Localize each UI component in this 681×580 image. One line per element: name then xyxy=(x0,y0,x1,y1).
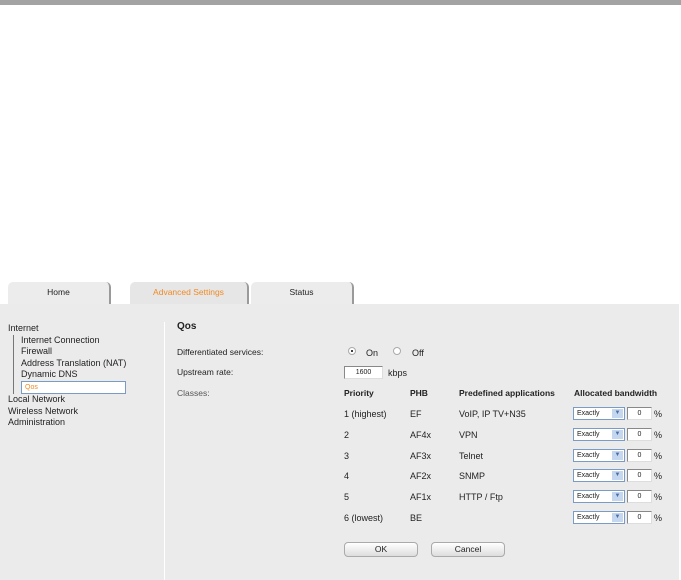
classes-label: Classes: xyxy=(177,388,210,398)
bandwidth-value-input[interactable]: 0 xyxy=(627,490,652,504)
row-priority: 6 (lowest) xyxy=(344,513,384,523)
row-phb: AF1x xyxy=(410,492,432,503)
chevron-down-icon[interactable]: ▼ xyxy=(612,450,623,460)
percent-unit: % xyxy=(654,450,663,461)
select-value: Exactly xyxy=(577,493,600,501)
row-priority: 4 xyxy=(344,471,350,482)
bandwidth-value-input[interactable]: 0 xyxy=(627,427,652,441)
nav-local-network[interactable]: Local Network xyxy=(8,394,126,406)
percent-unit: % xyxy=(654,429,663,440)
chevron-down-icon[interactable]: ▼ xyxy=(612,429,623,439)
select-value: Exactly xyxy=(577,410,600,417)
chevron-down-icon[interactable]: ▼ xyxy=(612,513,623,522)
nav-firewall[interactable]: Firewall xyxy=(21,346,126,358)
bandwidth-mode-select[interactable]: Exactly ▼ xyxy=(573,407,625,420)
radio-off[interactable] xyxy=(393,347,401,355)
bandwidth-mode-select[interactable]: Exactly ▼ xyxy=(573,490,625,504)
tab-status[interactable]: Status xyxy=(251,282,354,305)
row-apps: VPN xyxy=(459,429,478,440)
percent-unit: % xyxy=(654,492,663,503)
bandwidth-mode-select[interactable]: Exactly ▼ xyxy=(573,427,625,441)
upstream-rate-input[interactable]: 1600 xyxy=(344,366,383,379)
row-phb: EF xyxy=(410,409,422,419)
sidebar-nav: Internet Internet Connection Firewall Ad… xyxy=(8,323,127,429)
divider xyxy=(164,322,165,580)
row-apps: HTTP / Ftp xyxy=(459,492,503,503)
diff-services-label: Differentiated services: xyxy=(177,347,264,357)
row-apps: Telnet xyxy=(459,450,484,461)
top-bar xyxy=(0,0,681,5)
upstream-label: Upstream rate: xyxy=(177,367,234,377)
nav-dynamic-dns[interactable]: Dynamic DNS xyxy=(21,369,126,381)
select-value: Exactly xyxy=(577,472,600,480)
row-phb: BE xyxy=(410,513,423,523)
header-apps: Predefined applications xyxy=(459,388,555,398)
percent-unit: % xyxy=(654,471,663,482)
percent-unit: % xyxy=(654,513,663,523)
bandwidth-value-input[interactable]: 0 xyxy=(627,407,652,420)
page-title: Qos xyxy=(177,321,197,332)
percent-unit: % xyxy=(654,409,663,419)
nav-wireless-network[interactable]: Wireless Network xyxy=(8,406,126,418)
header-bandwidth: Allocated bandwidth xyxy=(574,388,658,398)
row-phb: AF2x xyxy=(410,471,432,482)
chevron-down-icon[interactable]: ▼ xyxy=(612,471,623,481)
header-priority: Priority xyxy=(344,388,374,398)
row-priority: 1 (highest) xyxy=(344,409,387,419)
bandwidth-mode-select[interactable]: Exactly ▼ xyxy=(573,469,625,483)
header-phb: PHB xyxy=(410,388,428,398)
nav-internet[interactable]: Internet xyxy=(8,323,126,335)
select-value: Exactly xyxy=(577,514,600,521)
cancel-button[interactable]: Cancel xyxy=(431,542,505,557)
row-apps: SNMP xyxy=(459,471,486,482)
row-phb: AF3x xyxy=(410,450,432,461)
nav-nat[interactable]: Address Translation (NAT) xyxy=(21,358,126,370)
upstream-unit: kbps xyxy=(388,368,408,378)
chevron-down-icon[interactable]: ▼ xyxy=(612,492,623,502)
nav-qos[interactable]: Qos xyxy=(21,380,127,394)
row-apps: VoIP, IP TV+N35 xyxy=(459,409,526,419)
row-priority: 2 xyxy=(344,429,350,440)
bandwidth-mode-select[interactable]: Exactly ▼ xyxy=(573,511,625,524)
bandwidth-value-input[interactable]: 0 xyxy=(627,448,652,462)
select-value: Exactly xyxy=(577,451,600,459)
row-priority: 5 xyxy=(344,492,350,503)
radio-on[interactable] xyxy=(348,347,356,355)
row-priority: 3 xyxy=(344,450,350,461)
row-phb: AF4x xyxy=(410,429,432,440)
bandwidth-value-input[interactable]: 0 xyxy=(627,511,652,524)
bandwidth-mode-select[interactable]: Exactly ▼ xyxy=(573,448,625,462)
radio-on-label: On xyxy=(366,348,379,358)
radio-off-label: Off xyxy=(412,348,424,358)
bandwidth-value-input[interactable]: 0 xyxy=(627,469,652,483)
tab-home[interactable]: Home xyxy=(8,282,111,305)
ok-button[interactable]: OK xyxy=(344,542,418,557)
select-value: Exactly xyxy=(577,430,600,438)
chevron-down-icon[interactable]: ▼ xyxy=(612,409,623,418)
nav-administration[interactable]: Administration xyxy=(8,417,126,429)
nav-internet-connection[interactable]: Internet Connection xyxy=(21,335,126,347)
tab-advanced-settings[interactable]: Advanced Settings xyxy=(130,282,249,305)
